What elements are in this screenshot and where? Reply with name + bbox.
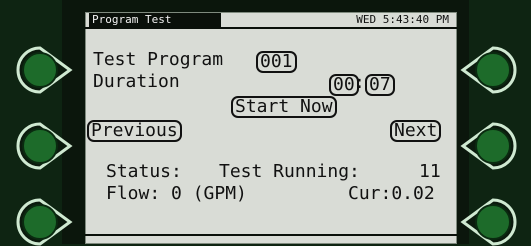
start-now-button[interactable]: Start Now <box>231 96 337 118</box>
duration-label: Duration <box>93 71 180 92</box>
right-arrow-button-icon <box>460 198 517 246</box>
duration-separator: : <box>354 72 365 93</box>
screen-title: Program Test <box>89 13 221 27</box>
current-readout: Cur:0.02 <box>348 183 435 204</box>
previous-button[interactable]: Previous <box>87 120 182 142</box>
status-label: Status: <box>106 161 182 182</box>
next-button[interactable]: Next <box>390 120 442 142</box>
right-soft-key-3[interactable] <box>459 198 517 246</box>
clock: WED 5:43:40 PM <box>356 13 449 26</box>
status-count: 11 <box>419 161 441 182</box>
left-arrow-button-icon <box>16 122 73 170</box>
right-soft-key-2[interactable] <box>459 122 517 170</box>
header-bar: Program Test WED 5:43:40 PM <box>85 12 457 28</box>
right-arrow-button-icon <box>460 122 517 170</box>
flow-readout: Flow: 0 (GPM) <box>106 183 247 204</box>
test-program-label: Test Program <box>93 49 224 70</box>
status-value: Test Running: <box>219 161 360 182</box>
right-soft-key-1[interactable] <box>459 46 517 94</box>
lcd-screen: Program Test WED 5:43:40 PM Test Program… <box>85 12 457 244</box>
left-soft-key-1[interactable] <box>16 46 74 94</box>
duration-seconds-field[interactable]: 07 <box>365 74 395 96</box>
footer-divider <box>85 234 457 236</box>
left-arrow-button-icon <box>16 198 73 246</box>
program-number-field[interactable]: 001 <box>256 51 297 73</box>
left-soft-key-3[interactable] <box>16 198 74 246</box>
left-arrow-button-icon <box>16 46 73 94</box>
left-soft-key-2[interactable] <box>16 122 74 170</box>
right-arrow-button-icon <box>460 46 517 94</box>
header-divider <box>85 27 457 29</box>
